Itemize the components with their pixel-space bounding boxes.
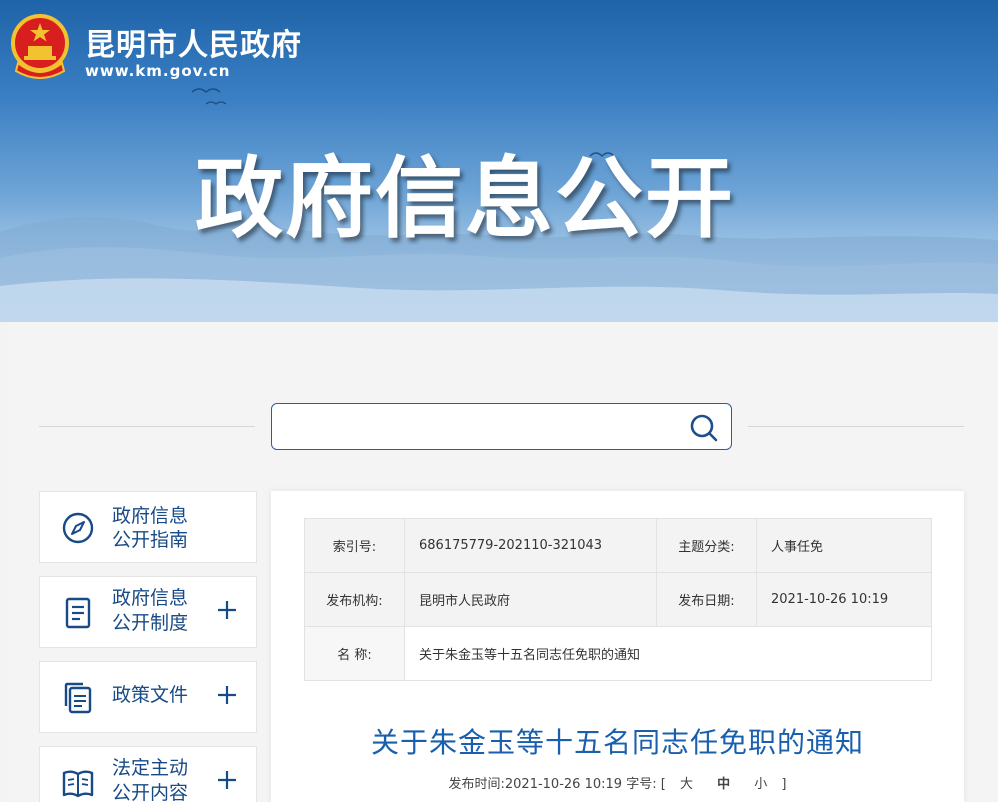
national-emblem-icon [11, 14, 69, 79]
org-label: 发布机构: [304, 572, 405, 627]
sidebar-item-label: 公开制度 [112, 612, 189, 634]
org-value: 昆明市人民政府 [404, 572, 657, 627]
publish-time-label: 发布时间: [448, 777, 505, 792]
search-divider-left [39, 426, 255, 427]
sidebar-item-label: 政府信息 [112, 505, 189, 527]
expand-plus-icon[interactable] [216, 599, 238, 621]
category-value: 人事任免 [756, 518, 932, 573]
site-url[interactable]: www.km.gov.cn [85, 62, 230, 80]
index-label: 索引号: [304, 518, 405, 573]
document-icon [65, 597, 91, 629]
sidebar-item-label: 法定主动 [112, 757, 189, 779]
expand-plus-icon[interactable] [216, 684, 238, 706]
banner-title: 政府信息公开 [195, 147, 736, 250]
table-row: 索引号: 686175779-202110-321043 主题分类: 人事任免 [304, 518, 932, 573]
header-banner: 昆明市人民政府 www.km.gov.cn 政府信息公开 [0, 0, 998, 322]
search-icon[interactable] [689, 413, 719, 443]
expand-plus-icon[interactable] [216, 769, 238, 791]
sidebar-item-label: 公开指南 [112, 529, 189, 551]
search-box [271, 403, 732, 450]
site-name[interactable]: 昆明市人民政府 [85, 20, 302, 64]
publish-time-value: 2021-10-26 10:19 [504, 777, 623, 792]
sidebar-item-policy-documents[interactable]: 政策文件 [39, 661, 257, 733]
sidebar-item-label: 政府信息 [112, 587, 189, 609]
date-value: 2021-10-26 10:19 [756, 572, 932, 627]
article-card: 索引号: 686175779-202110-321043 主题分类: 人事任免 … [271, 491, 964, 802]
compass-icon [62, 512, 94, 544]
bracket-close: ] [781, 777, 787, 792]
table-row: 发布机构: 昆明市人民政府 发布日期: 2021-10-26 10:19 [304, 572, 932, 627]
files-icon [64, 682, 92, 714]
table-row: 名 称: 关于朱金玉等十五名同志任免职的通知 [304, 626, 932, 681]
article-title: 关于朱金玉等十五名同志任免职的通知 [370, 726, 864, 759]
search-input[interactable] [280, 410, 680, 444]
article-meta: 发布时间:2021-10-26 10:19 字号: [ 大 中 小 ] [271, 773, 964, 792]
sidebar-item-label: 政策文件 [112, 684, 189, 706]
name-value: 关于朱金玉等十五名同志任免职的通知 [404, 626, 932, 681]
name-label: 名 称: [304, 626, 405, 681]
book-icon [62, 770, 94, 798]
sidebar-item-disclosure-system[interactable]: 政府信息 公开制度 [39, 576, 257, 648]
document-meta-table: 索引号: 686175779-202110-321043 主题分类: 人事任免 … [304, 518, 932, 681]
font-size-small-button[interactable]: 小 [754, 777, 767, 792]
category-label: 主题分类: [656, 518, 757, 573]
font-size-medium-button[interactable]: 中 [717, 777, 730, 792]
sidebar-item-disclosure-guide[interactable]: 政府信息 公开指南 [39, 491, 257, 563]
sidebar-item-label: 公开内容 [112, 782, 189, 802]
search-divider-right [748, 426, 964, 427]
index-value: 686175779-202110-321043 [404, 518, 657, 573]
sidebar-item-statutory-disclosure[interactable]: 法定主动 公开内容 [39, 746, 257, 802]
bracket-open: [ [660, 777, 666, 792]
font-size-label: 字号: [626, 777, 657, 792]
font-size-large-button[interactable]: 大 [680, 777, 693, 792]
date-label: 发布日期: [656, 572, 757, 627]
